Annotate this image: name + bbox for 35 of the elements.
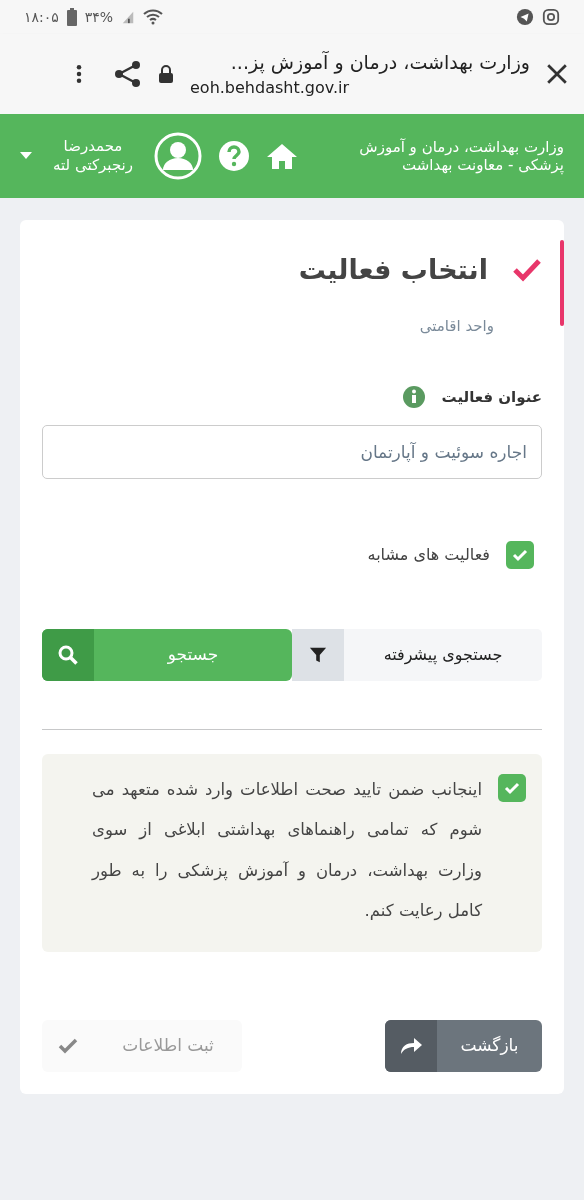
battery-level: ۳۴% (84, 7, 114, 27)
site-title: وزارت بهداشت، درمان و آموزش پزشکی - معاونت بهداشت (358, 138, 564, 174)
filter-icon (309, 646, 327, 664)
instagram-icon (542, 8, 560, 26)
section-title: انتخاب فعالیت (298, 253, 488, 287)
telegram-icon (516, 8, 534, 26)
input-field[interactable]: اجاره سوئیت و آپارتمان (42, 425, 542, 479)
signal-icon (121, 10, 136, 24)
close-icon[interactable] (546, 63, 568, 85)
wifi-icon (143, 9, 164, 25)
clock-time: ۱۸:۰۵ (24, 7, 59, 27)
redo-arrow-icon (399, 1035, 423, 1056)
url-text: eoh.behdasht.gov.ir (190, 77, 350, 100)
user-name: محمدرضا رنجبرکتی لته (52, 137, 134, 175)
check-icon (512, 258, 542, 283)
field-label: عنوان فعالیت (441, 386, 542, 408)
agreement-text: اینجانب ضمن تایید صحت اطلاعات وارد شده متعهد می شوم که تمامی راهنماهای بهداشتی ابلاغی از سوی وزارت بهداشت، درمان و آموزش پزشکی را به طور کامل رعایت کنم. (92, 779, 482, 923)
checkbox[interactable] (498, 774, 526, 802)
share-icon[interactable] (114, 60, 142, 88)
checkbox-label: فعالیت های مشابه (367, 544, 490, 566)
user-avatar-icon[interactable] (154, 132, 202, 180)
info-icon[interactable] (401, 385, 426, 409)
advanced-search-button[interactable]: جستجوی پیشرفته (292, 629, 542, 681)
back-button[interactable]: بازگشت (385, 1019, 542, 1072)
lock-icon (158, 64, 174, 84)
check-icon (58, 1037, 78, 1054)
search-icon (58, 645, 78, 665)
home-icon[interactable] (266, 142, 298, 170)
section-subtitle: واحد اقامتی (418, 315, 494, 337)
page-title: وزارت بهداشت، درمان و آموزش پز... (229, 49, 530, 76)
help-icon[interactable] (218, 140, 250, 172)
caret-icon[interactable] (20, 152, 32, 160)
search-button[interactable]: جستجو (42, 629, 292, 681)
battery-icon (66, 8, 77, 26)
checkbox[interactable] (506, 541, 534, 569)
